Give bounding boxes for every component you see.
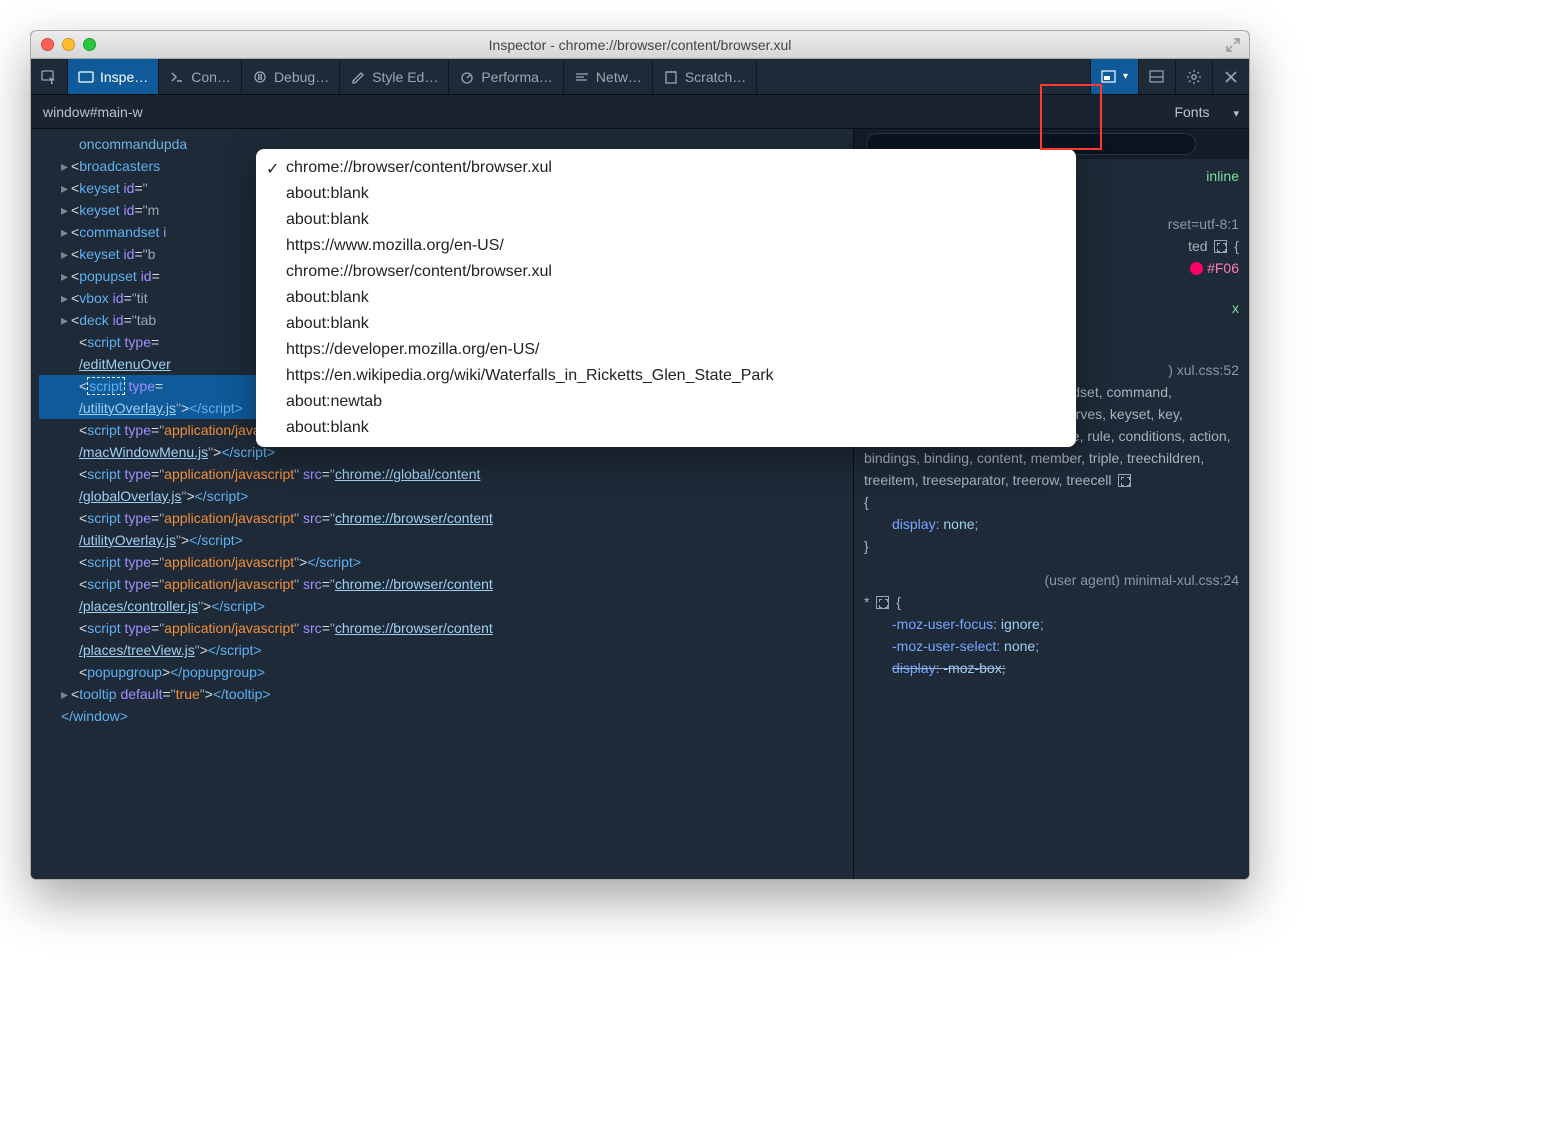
markup-line[interactable]: <script type="application/javascript" sr… — [39, 507, 853, 529]
twisty-icon[interactable]: ▸ — [61, 199, 71, 221]
network-icon — [574, 69, 590, 85]
fullscreen-icon[interactable] — [1225, 37, 1241, 53]
twisty-icon[interactable]: ▸ — [61, 221, 71, 243]
inspector-icon — [78, 69, 94, 85]
markup-line[interactable]: <script type="application/javascript" sr… — [39, 463, 853, 485]
frame-popup-item[interactable]: chrome://browser/content/browser.xul — [256, 155, 1076, 181]
frame-popup-item[interactable]: https://www.mozilla.org/en-US/ — [256, 233, 1076, 259]
tool-tab-label: Inspe… — [100, 69, 148, 85]
tool-tab-label: Debug… — [274, 69, 329, 85]
toolbar-right: ▾ — [1090, 59, 1249, 94]
tool-tab-label: Scratch… — [685, 69, 746, 85]
split-console-icon — [1149, 69, 1165, 85]
side-panel-tabs: Fonts ▾ — [1160, 98, 1249, 126]
twisty-icon[interactable]: ▸ — [61, 265, 71, 287]
gear-icon — [1186, 69, 1202, 85]
debugger-icon — [252, 69, 268, 85]
split-console-button[interactable] — [1138, 59, 1175, 94]
tool-tab-scratchpad[interactable]: Scratch… — [653, 59, 757, 94]
inspector-subbar: window#main-w Fonts ▾ — [31, 95, 1249, 129]
markup-line[interactable]: /places/controller.js"></script> — [39, 595, 853, 617]
frame-popup-item[interactable]: chrome://browser/content/browser.xul — [256, 259, 1076, 285]
close-window-button[interactable] — [41, 38, 54, 51]
tool-tab-label: Style Ed… — [372, 69, 438, 85]
tool-tab-network[interactable]: Netw… — [564, 59, 653, 94]
frame-popup-item[interactable]: about:blank — [256, 285, 1076, 311]
traffic-lights — [31, 38, 96, 51]
console-icon — [169, 69, 185, 85]
devtools-window: Inspector - chrome://browser/content/bro… — [30, 30, 1250, 880]
tool-tab-label: Netw… — [596, 69, 642, 85]
frame-popup-item[interactable]: about:blank — [256, 181, 1076, 207]
selector-highlighter-icon[interactable] — [876, 596, 889, 609]
pick-element-button[interactable] — [31, 59, 68, 94]
side-tab-more[interactable]: ▾ — [1223, 98, 1249, 126]
rule-selector-star: * { — [864, 591, 1239, 613]
scratchpad-icon — [663, 69, 679, 85]
tool-tab-console[interactable]: Con… — [159, 59, 242, 94]
close-icon — [1223, 69, 1239, 85]
markup-line[interactable]: /places/treeView.js"></script> — [39, 639, 853, 661]
markup-line[interactable]: <script type="application/javascript" sr… — [39, 617, 853, 639]
style-editor-icon — [350, 69, 366, 85]
twisty-icon[interactable]: ▸ — [61, 155, 71, 177]
frame-popup-item[interactable]: about:blank — [256, 311, 1076, 337]
frame-popup-item[interactable]: about:blank — [256, 207, 1076, 233]
window-title: Inspector - chrome://browser/content/bro… — [31, 37, 1249, 53]
rule-source-3[interactable]: (user agent) minimal-xul.css:24 — [1044, 572, 1239, 588]
rule-x-label: x — [1232, 300, 1239, 316]
markup-line[interactable]: </window> — [39, 705, 853, 727]
tool-tab-label: Con… — [191, 69, 231, 85]
titlebar: Inspector - chrome://browser/content/bro… — [31, 31, 1249, 59]
frame-select-popup: chrome://browser/content/browser.xulabou… — [256, 149, 1076, 447]
markup-line[interactable]: /globalOverlay.js"></script> — [39, 485, 853, 507]
tool-tab-debugger[interactable]: Debug… — [242, 59, 340, 94]
chevron-down-icon: ▾ — [1233, 108, 1239, 120]
markup-line[interactable]: ▸<tooltip default="true"></tooltip> — [39, 683, 853, 705]
frame-popup-item[interactable]: https://developer.mozilla.org/en-US/ — [256, 337, 1076, 363]
markup-line[interactable]: /utilityOverlay.js"></script> — [39, 529, 853, 551]
breadcrumb[interactable]: window#main-w — [43, 104, 143, 120]
settings-button[interactable] — [1175, 59, 1212, 94]
frame-popup-item[interactable]: https://en.wikipedia.org/wiki/Waterfalls… — [256, 363, 1076, 389]
rule-source-1[interactable]: rset=utf-8:1 — [1168, 216, 1239, 232]
rule-prop-display-overridden[interactable]: display: -moz-box; — [864, 657, 1239, 679]
rule-brace-open: { — [864, 491, 1239, 513]
close-devtools-button[interactable] — [1212, 59, 1249, 94]
frame-popup-item[interactable]: about:newtab — [256, 389, 1076, 415]
twisty-icon[interactable]: ▸ — [61, 177, 71, 199]
frame-select-button[interactable]: ▾ — [1090, 59, 1138, 94]
twisty-icon[interactable]: ▸ — [61, 309, 71, 331]
rule-source-2[interactable]: ) xul.css:52 — [1168, 362, 1239, 378]
element-picker-icon — [41, 69, 57, 85]
frame-select-icon — [1101, 69, 1117, 85]
chevron-down-icon: ▾ — [1123, 71, 1128, 82]
markup-line[interactable]: <popupgroup></popupgroup> — [39, 661, 853, 683]
frame-popup-item[interactable]: about:blank — [256, 415, 1076, 441]
markup-line[interactable]: <script type="application/javascript"></… — [39, 551, 853, 573]
breadcrumb-item: window#main-w — [43, 104, 143, 120]
performance-icon — [459, 69, 475, 85]
tool-tabs: Inspe… Con… Debug… Style Ed… Performa… Netw… S… — [31, 59, 1249, 95]
markup-line[interactable]: <script type="application/javascript" sr… — [39, 573, 853, 595]
tool-tab-performance[interactable]: Performa… — [449, 59, 564, 94]
rule-brace-close: } — [864, 535, 1239, 557]
color-swatch-icon[interactable] — [1190, 262, 1203, 275]
inline-source-label: inline — [1206, 168, 1239, 184]
zoom-window-button[interactable] — [83, 38, 96, 51]
twisty-icon[interactable]: ▸ — [61, 243, 71, 265]
twisty-icon[interactable]: ▸ — [61, 287, 71, 309]
minimize-window-button[interactable] — [62, 38, 75, 51]
side-tab-fonts[interactable]: Fonts — [1160, 98, 1223, 126]
tool-tab-label: Performa… — [481, 69, 553, 85]
rule-prop-display[interactable]: display: none; — [864, 513, 1239, 535]
rule-prop-moz-select[interactable]: -moz-user-select: none; — [864, 635, 1239, 657]
twisty-icon[interactable]: ▸ — [61, 683, 71, 705]
selector-highlighter-icon[interactable] — [1118, 474, 1131, 487]
tool-tab-style-editor[interactable]: Style Ed… — [340, 59, 449, 94]
rule-prop-moz-focus[interactable]: -moz-user-focus: ignore; — [864, 613, 1239, 635]
tool-tab-inspector[interactable]: Inspe… — [68, 59, 159, 94]
